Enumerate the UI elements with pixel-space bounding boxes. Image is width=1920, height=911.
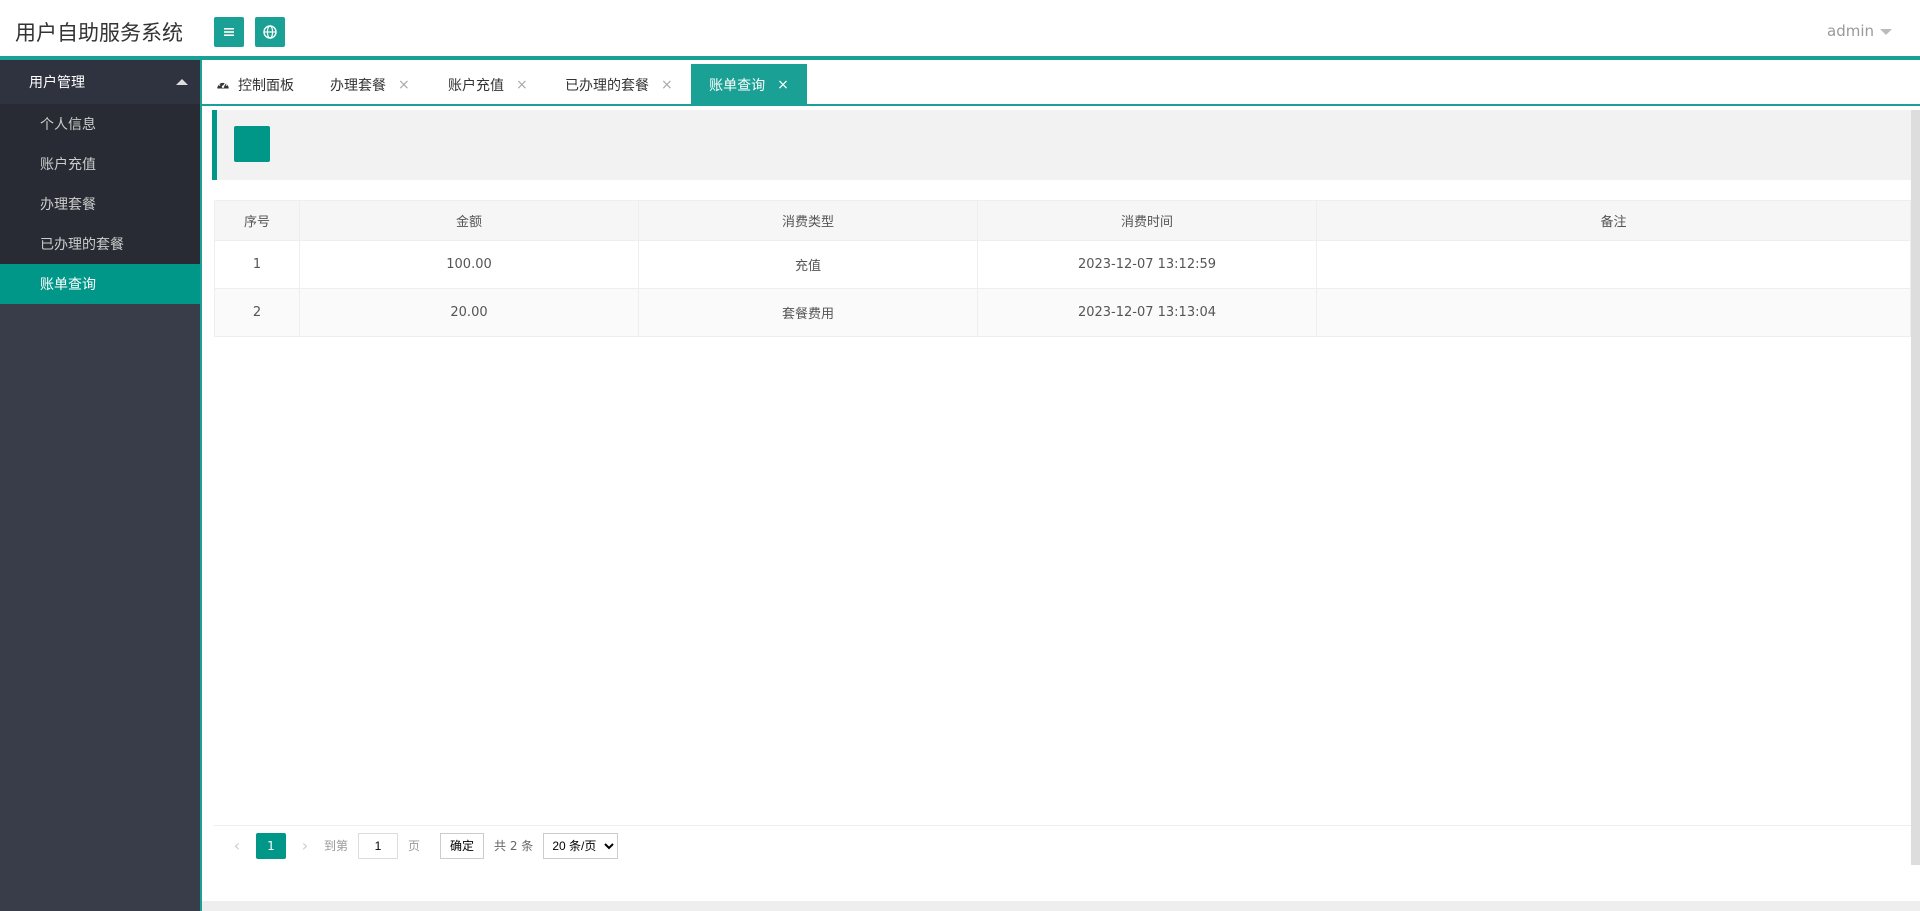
footer-strip bbox=[202, 901, 1920, 911]
sidebar-item-label: 已办理的套餐 bbox=[40, 237, 124, 253]
close-icon[interactable]: × bbox=[777, 77, 789, 93]
toolbar-button[interactable] bbox=[234, 126, 270, 162]
sidebar-item-recharge[interactable]: 账户充值 bbox=[0, 144, 200, 184]
tab-label: 账户充值 bbox=[448, 78, 504, 94]
column-header[interactable]: 备注 bbox=[1316, 200, 1911, 241]
close-icon[interactable]: × bbox=[398, 77, 410, 93]
column-header[interactable]: 消费时间 bbox=[977, 200, 1317, 241]
bill-table: 序号 金额 消费类型 消费时间 备注 1 100.00 充值 2023-12-0… bbox=[214, 200, 1911, 337]
table-cell bbox=[1316, 240, 1911, 289]
dashboard-icon bbox=[217, 80, 229, 89]
sidebar-item-label: 账户充值 bbox=[40, 157, 96, 173]
hamburger-icon bbox=[224, 28, 234, 36]
tab-label: 已办理的套餐 bbox=[565, 78, 649, 94]
tab-apply-package[interactable]: 办理套餐 × bbox=[330, 64, 410, 106]
sidebar-group-user-management[interactable]: 用户管理 bbox=[0, 60, 200, 104]
table-cell bbox=[1316, 288, 1911, 337]
sidebar-item-label: 账单查询 bbox=[40, 277, 96, 293]
sidebar-item-personal-info[interactable]: 个人信息 bbox=[0, 104, 200, 144]
sidebar-item-bill-query[interactable]: 账单查询 bbox=[0, 264, 200, 304]
sidebar-item-apply-package[interactable]: 办理套餐 bbox=[0, 184, 200, 224]
total-count: 共 2 条 bbox=[494, 839, 534, 853]
user-menu[interactable]: admin bbox=[1827, 22, 1892, 40]
table-cell: 2023-12-07 13:13:04 bbox=[977, 288, 1317, 337]
tab-my-packages[interactable]: 已办理的套餐 × bbox=[565, 64, 673, 106]
goto-label: 到第 bbox=[324, 839, 349, 853]
sidebar: 用户管理 个人信息 账户充值 办理套餐 已办理的套餐 账单查询 bbox=[0, 60, 200, 911]
table-cell: 100.00 bbox=[299, 240, 639, 289]
tab-label: 账单查询 bbox=[709, 78, 766, 94]
table-cell: 充值 bbox=[638, 240, 978, 289]
close-icon[interactable]: × bbox=[516, 77, 528, 93]
sidebar-submenu: 个人信息 账户充值 办理套餐 已办理的套餐 账单查询 bbox=[0, 104, 200, 304]
sidebar-item-label: 个人信息 bbox=[40, 117, 96, 133]
content-body: 序号 金额 消费类型 消费时间 备注 1 100.00 充值 2023-12-0… bbox=[212, 180, 1911, 865]
top-header: 用户自助服务系统 admin bbox=[0, 0, 1920, 60]
sidebar-group-label: 用户管理 bbox=[29, 75, 85, 91]
next-page-icon[interactable]: › bbox=[296, 836, 314, 855]
table-cell: 1 bbox=[214, 240, 300, 289]
column-header[interactable]: 消费类型 bbox=[638, 200, 978, 241]
close-icon[interactable]: × bbox=[661, 77, 673, 93]
tab-bar: 控制面板 办理套餐 × 账户充值 × 已办理的套餐 × 账单查询 × bbox=[202, 64, 1920, 106]
table-cell: 2 bbox=[214, 288, 300, 337]
content-frame: 序号 金额 消费类型 消费时间 备注 1 100.00 充值 2023-12-0… bbox=[212, 110, 1920, 865]
tab-bill-query[interactable]: 账单查询 × bbox=[691, 64, 807, 106]
tab-recharge[interactable]: 账户充值 × bbox=[448, 64, 528, 106]
main-area: 控制面板 办理套餐 × 账户充值 × 已办理的套餐 × 账单查询 × 序号 金额… bbox=[200, 60, 1920, 911]
sidebar-item-label: 办理套餐 bbox=[40, 197, 96, 213]
column-header[interactable]: 金额 bbox=[299, 200, 639, 241]
page-suffix: 页 bbox=[408, 839, 421, 853]
table-cell: 20.00 bbox=[299, 288, 639, 337]
tab-dashboard[interactable]: 控制面板 bbox=[216, 64, 316, 106]
table-header-row: 序号 金额 消费类型 消费时间 备注 bbox=[214, 200, 1911, 241]
tab-label: 控制面板 bbox=[238, 78, 294, 94]
user-name: admin bbox=[1827, 22, 1874, 40]
pagination: ‹ 1 › 到第 页 确定 共 2 条 20 条/页 bbox=[214, 825, 1911, 865]
table-cell: 2023-12-07 13:12:59 bbox=[977, 240, 1317, 289]
toolbar bbox=[212, 110, 1911, 180]
confirm-button[interactable]: 确定 bbox=[440, 832, 485, 859]
caret-up-icon bbox=[176, 79, 188, 85]
column-header[interactable]: 序号 bbox=[214, 200, 300, 241]
app-title: 用户自助服务系统 bbox=[15, 21, 183, 45]
page-size-select[interactable]: 20 条/页 bbox=[543, 832, 619, 859]
table-row[interactable]: 2 20.00 套餐费用 2023-12-07 13:13:04 bbox=[214, 288, 1911, 337]
sidebar-item-my-packages[interactable]: 已办理的套餐 bbox=[0, 224, 200, 264]
tab-label: 办理套餐 bbox=[330, 78, 386, 94]
table-cell: 套餐费用 bbox=[638, 288, 978, 337]
prev-page-icon[interactable]: ‹ bbox=[228, 836, 246, 855]
goto-page-input[interactable] bbox=[358, 832, 399, 859]
globe-icon bbox=[263, 25, 277, 39]
current-page[interactable]: 1 bbox=[256, 832, 286, 859]
table-row[interactable]: 1 100.00 充值 2023-12-07 13:12:59 bbox=[214, 240, 1911, 289]
menu-toggle-button[interactable] bbox=[214, 17, 244, 47]
caret-down-icon bbox=[1880, 29, 1892, 35]
globe-button[interactable] bbox=[255, 17, 285, 47]
